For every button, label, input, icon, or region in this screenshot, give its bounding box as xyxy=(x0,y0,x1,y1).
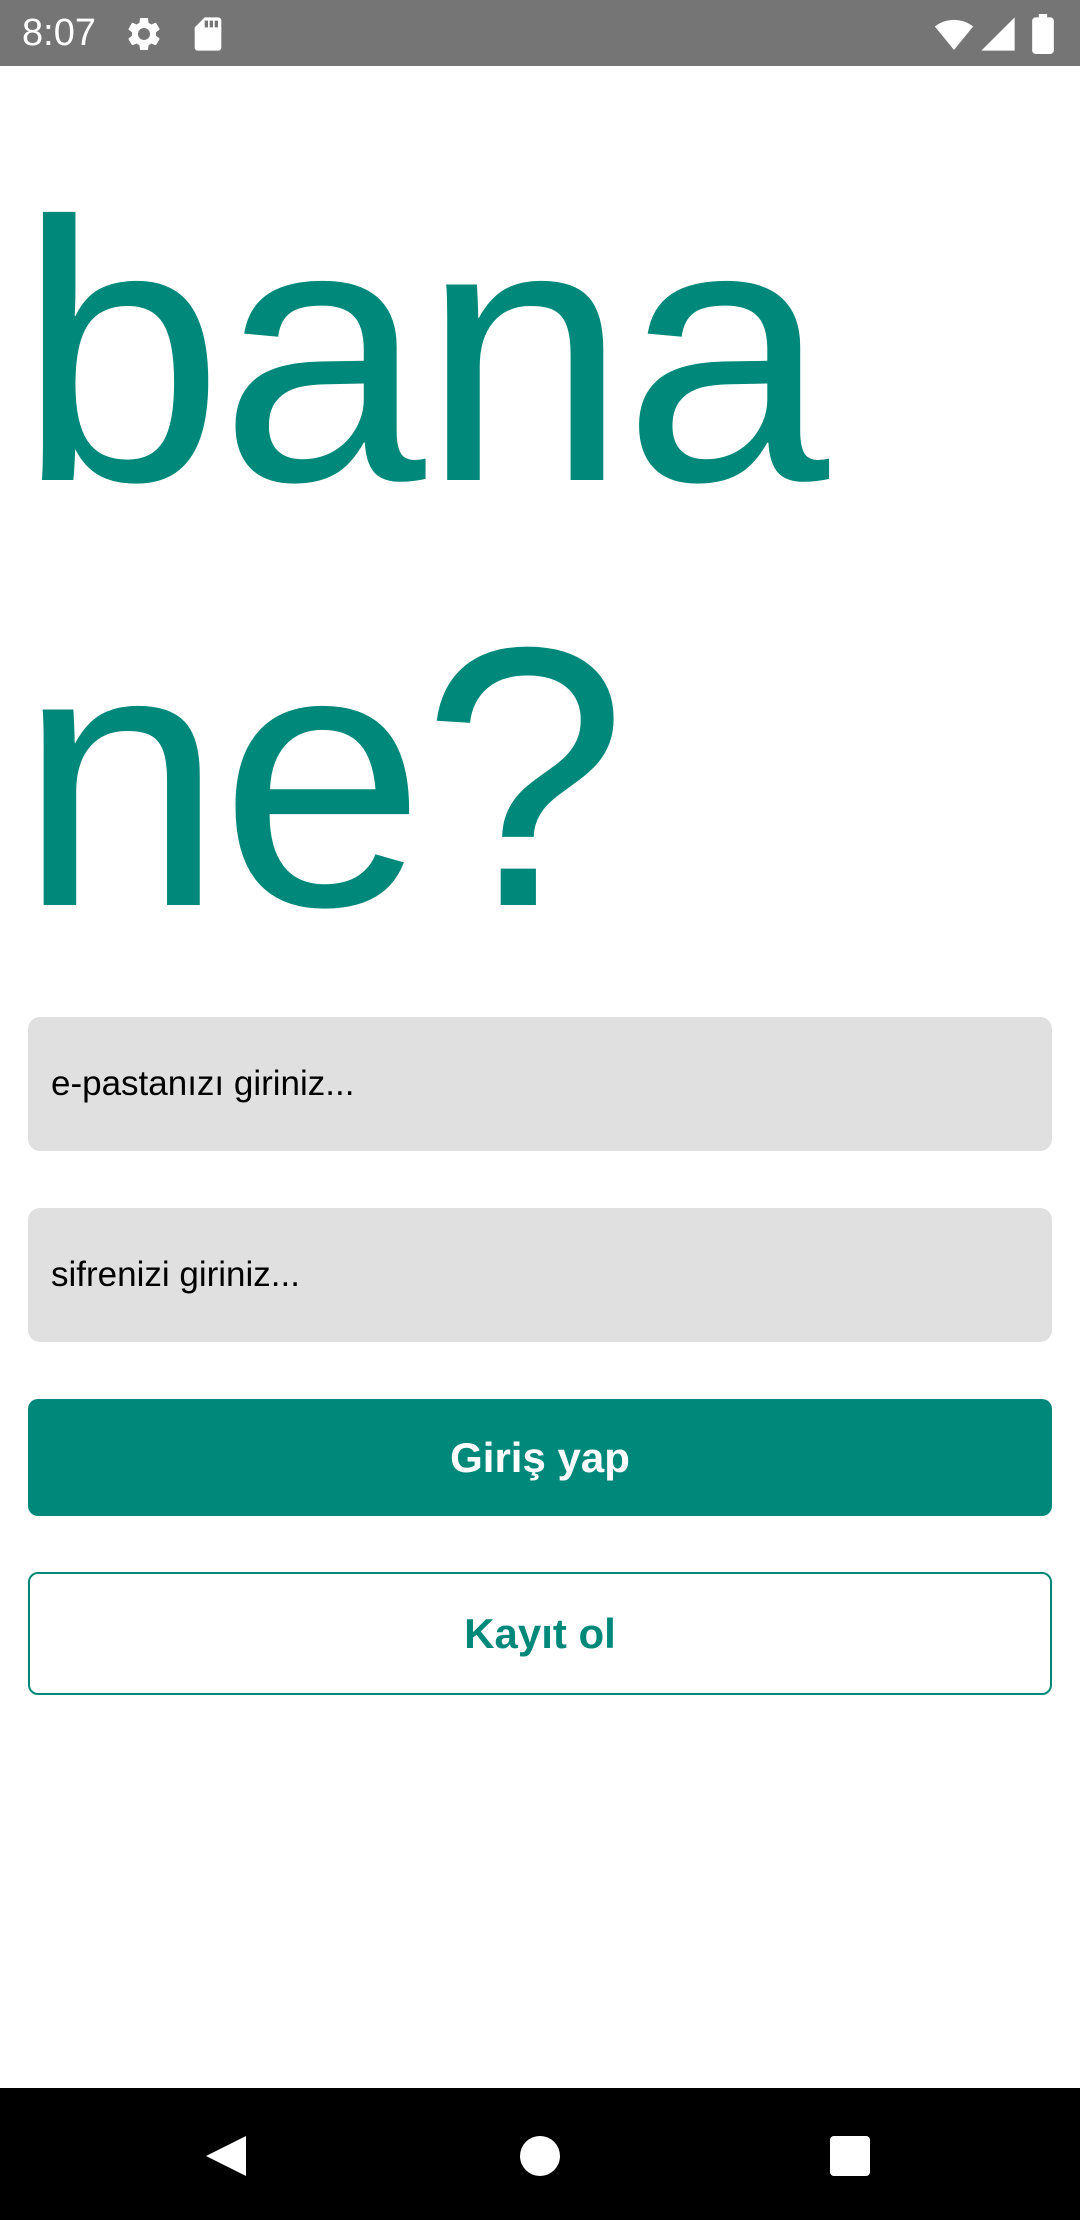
signal-icon xyxy=(978,14,1018,54)
app-title: bana ne? xyxy=(18,140,829,990)
back-icon[interactable] xyxy=(198,2128,254,2184)
title-line-1: bana xyxy=(18,146,829,559)
title-line-2: ne? xyxy=(18,571,627,984)
status-bar: 8:07 xyxy=(0,0,1080,66)
battery-icon xyxy=(1030,14,1056,54)
sd-card-icon xyxy=(188,14,228,54)
password-input[interactable] xyxy=(28,1208,1052,1342)
wifi-icon xyxy=(934,14,974,54)
recents-icon[interactable] xyxy=(822,2128,878,2184)
email-input[interactable] xyxy=(28,1017,1052,1151)
login-screen: 8:07 bana ne? Giriş yap Kayıt ol xyxy=(0,0,1080,2220)
settings-icon xyxy=(124,14,164,54)
navigation-bar xyxy=(0,2088,1080,2220)
status-time: 8:07 xyxy=(22,12,96,54)
login-button[interactable]: Giriş yap xyxy=(28,1399,1052,1516)
register-button[interactable]: Kayıt ol xyxy=(28,1572,1052,1695)
home-icon[interactable] xyxy=(512,2128,568,2184)
